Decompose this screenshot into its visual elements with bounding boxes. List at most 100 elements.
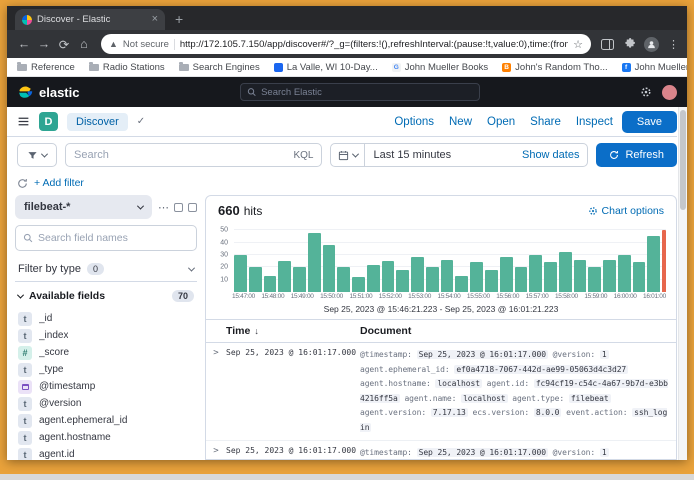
toolbar-link-open[interactable]: Open: [487, 116, 515, 128]
histogram-bar[interactable]: [323, 245, 336, 292]
histogram-bar[interactable]: [234, 255, 247, 292]
field-list-item[interactable]: tagent.ephemeral_id: [18, 414, 194, 427]
kql-label[interactable]: KQL: [293, 150, 313, 161]
tab-strip: Discover - Elastic × +: [7, 6, 687, 30]
query-filter-dropdown[interactable]: [17, 143, 57, 167]
profile-avatar[interactable]: [644, 37, 659, 52]
field-list-item[interactable]: t_id: [18, 312, 194, 325]
browser-tab[interactable]: Discover - Elastic ×: [15, 9, 165, 30]
address-bar[interactable]: ▲ Not secure http://172.105.7.150/app/di…: [101, 34, 591, 54]
back-icon[interactable]: ←: [15, 37, 33, 51]
histogram-bar[interactable]: [367, 265, 380, 292]
toolbar-link-inspect[interactable]: Inspect: [576, 116, 613, 128]
histogram-bar[interactable]: [278, 261, 291, 292]
query-input[interactable]: [74, 149, 287, 161]
histogram-bar[interactable]: [337, 267, 350, 292]
bookmark-star-icon[interactable]: ☆: [573, 38, 583, 51]
settings-gear-icon[interactable]: [640, 86, 652, 98]
histogram-bar[interactable]: [485, 270, 498, 292]
field-list-item[interactable]: t_type: [18, 363, 194, 376]
histogram-bar[interactable]: [249, 267, 262, 292]
bookmark-item[interactable]: BJohn's Random Tho...: [502, 62, 607, 73]
extensions-puzzle-icon[interactable]: [623, 38, 635, 50]
tab-close-icon[interactable]: ×: [152, 14, 158, 25]
header-icons: [640, 85, 677, 100]
histogram-bar[interactable]: [544, 262, 557, 292]
time-column-header[interactable]: Time ↓: [226, 325, 360, 337]
new-tab-button[interactable]: +: [175, 11, 183, 27]
save-button[interactable]: Save: [622, 111, 677, 133]
reload-icon[interactable]: ⟳: [55, 37, 73, 52]
refresh-button[interactable]: Refresh: [596, 143, 677, 167]
calendar-dropdown[interactable]: [331, 144, 365, 166]
field-list-item[interactable]: tagent.id: [18, 448, 194, 460]
bookmark-item[interactable]: La Valle, WI 10-Day...: [274, 62, 378, 73]
histogram-bar[interactable]: [588, 267, 601, 292]
toolbar-link-new[interactable]: New: [449, 116, 472, 128]
expand-row-button[interactable]: >: [206, 446, 226, 459]
side-panel-icon[interactable]: [601, 39, 614, 50]
field-list-item[interactable]: @timestamp: [18, 380, 194, 393]
space-badge[interactable]: D: [39, 112, 58, 131]
available-fields-header[interactable]: Available fields 70: [15, 288, 197, 304]
more-actions-icon[interactable]: ⋯: [158, 201, 169, 214]
histogram-bar[interactable]: [500, 257, 513, 292]
histogram-bar[interactable]: [293, 267, 306, 292]
home-icon[interactable]: ⌂: [75, 37, 93, 51]
time-range-label[interactable]: Last 15 minutes: [365, 149, 459, 161]
saved-queries-icon[interactable]: [17, 178, 28, 189]
histogram-bar[interactable]: [441, 260, 454, 292]
field-list-item[interactable]: #_score: [18, 346, 194, 359]
histogram-bar[interactable]: [352, 277, 365, 292]
histogram-bar[interactable]: [529, 255, 542, 292]
histogram-bar[interactable]: [264, 276, 277, 292]
new-window-icon[interactable]: [174, 203, 183, 212]
toolbar-link-options[interactable]: Options: [394, 116, 434, 128]
expand-row-button[interactable]: >: [206, 348, 226, 435]
histogram-bar[interactable]: [574, 260, 587, 292]
histogram-bar[interactable]: [559, 252, 572, 292]
scrollbar-thumb[interactable]: [680, 110, 686, 210]
forward-icon[interactable]: →: [35, 37, 53, 51]
global-search-input[interactable]: [261, 87, 473, 98]
field-search-input[interactable]: [38, 232, 189, 244]
histogram-bar[interactable]: [515, 267, 528, 292]
filter-by-type[interactable]: Filter by type 0: [15, 257, 197, 282]
browser-menu-icon[interactable]: ⋮: [668, 38, 679, 51]
histogram-bar[interactable]: [396, 270, 409, 292]
histogram-bar[interactable]: [411, 257, 424, 292]
page-scrollbar[interactable]: [678, 107, 687, 460]
sort-descending-icon[interactable]: ↓: [254, 326, 259, 336]
hamburger-menu-icon[interactable]: [17, 115, 30, 128]
field-list-item[interactable]: t@version: [18, 397, 194, 410]
field-search-box[interactable]: [15, 225, 197, 251]
histogram-bar[interactable]: [426, 267, 439, 292]
bookmark-item[interactable]: Reference: [17, 62, 75, 73]
histogram-bar[interactable]: [470, 262, 483, 292]
toolbar-link-share[interactable]: Share: [530, 116, 561, 128]
histogram-bar[interactable]: [455, 276, 468, 292]
field-list-item[interactable]: tagent.hostname: [18, 431, 194, 444]
chart-options-button[interactable]: Chart options: [588, 205, 664, 217]
histogram-bar[interactable]: [618, 255, 631, 292]
bookmark-item[interactable]: GJohn Mueller Books: [392, 62, 488, 73]
global-search[interactable]: [240, 83, 480, 101]
bookmark-item[interactable]: fJohn Mueller Books...: [622, 62, 687, 73]
breadcrumb[interactable]: Discover: [67, 113, 128, 131]
url-text[interactable]: http://172.105.7.150/app/discover#/?_g=(…: [180, 39, 568, 50]
collapse-sidebar-icon[interactable]: [188, 203, 197, 212]
histogram-bar[interactable]: [603, 260, 616, 292]
histogram-bar[interactable]: [633, 262, 646, 292]
add-filter-link[interactable]: + Add filter: [34, 177, 84, 189]
histogram-bar[interactable]: [382, 261, 395, 292]
show-dates-link[interactable]: Show dates: [514, 149, 587, 161]
bookmark-item[interactable]: Search Engines: [179, 62, 260, 73]
histogram-bar[interactable]: [647, 236, 660, 292]
user-avatar[interactable]: [662, 85, 677, 100]
elastic-brand[interactable]: elastic: [17, 84, 79, 100]
histogram-bar[interactable]: [308, 233, 321, 292]
index-pattern-select[interactable]: filebeat-*: [15, 195, 152, 219]
bookmark-item[interactable]: Radio Stations: [89, 62, 165, 73]
field-list-item[interactable]: t_index: [18, 329, 194, 342]
query-input-box[interactable]: KQL: [65, 143, 322, 167]
